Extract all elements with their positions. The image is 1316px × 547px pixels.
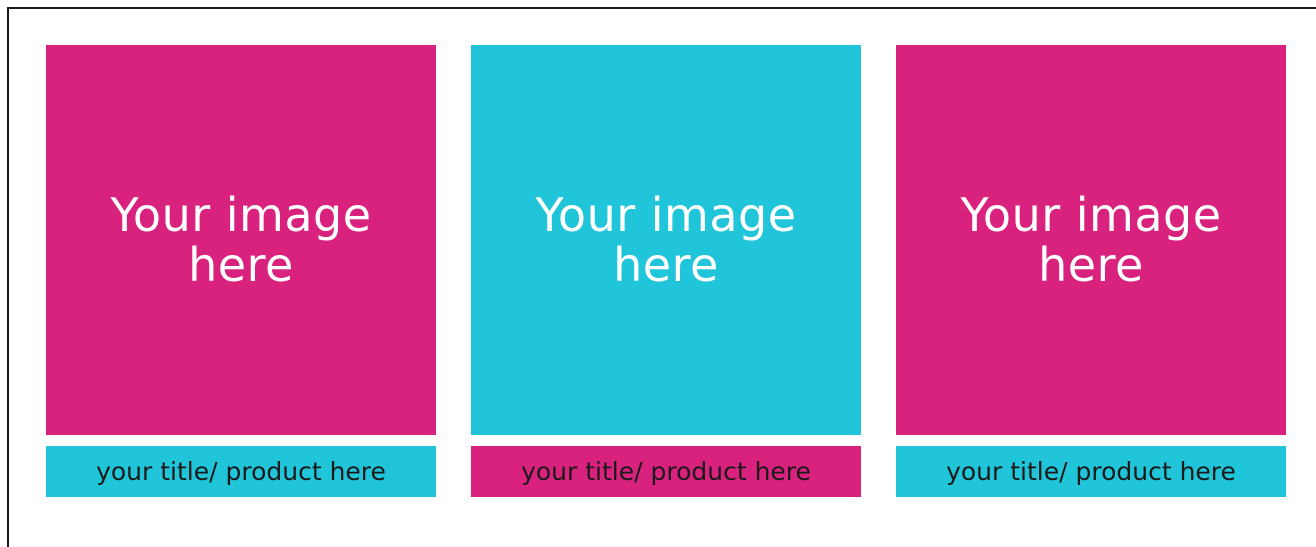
- product-title-3[interactable]: your title/ product here: [896, 446, 1286, 497]
- image-placeholder-text-1: Your image here: [110, 188, 372, 292]
- image-placeholder-1: Your image here: [46, 45, 436, 435]
- image-placeholder-3: Your image here: [896, 45, 1286, 435]
- product-card-2[interactable]: Your image here your title/ product here: [471, 45, 861, 497]
- product-card-3[interactable]: Your image here your title/ product here: [896, 45, 1286, 497]
- product-title-1[interactable]: your title/ product here: [46, 446, 436, 497]
- image-placeholder-2: Your image here: [471, 45, 861, 435]
- image-placeholder-text-2: Your image here: [535, 188, 797, 292]
- image-placeholder-text-3: Your image here: [960, 188, 1222, 292]
- product-title-2[interactable]: your title/ product here: [471, 446, 861, 497]
- product-card-1[interactable]: Your image here your title/ product here: [46, 45, 436, 497]
